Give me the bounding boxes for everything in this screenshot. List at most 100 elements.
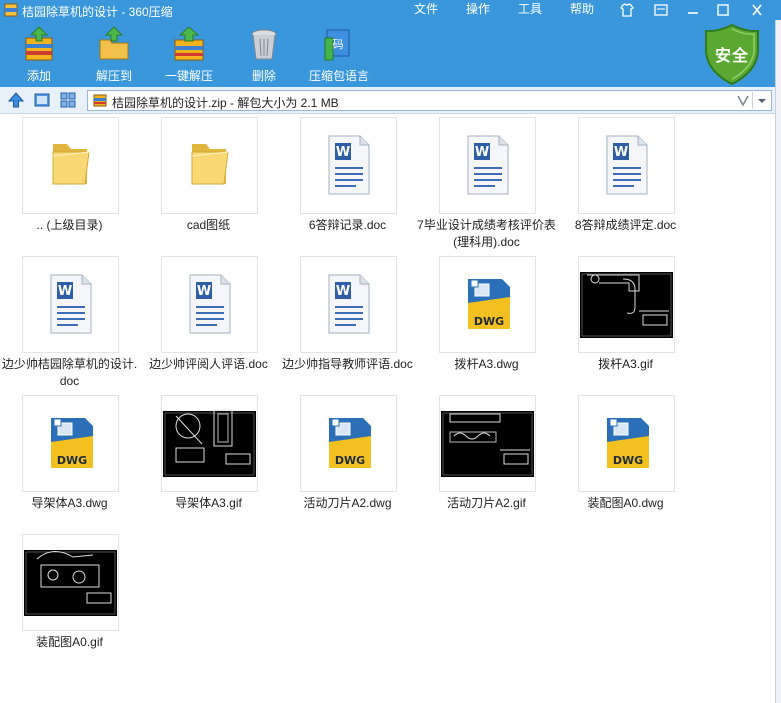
extract-to-button[interactable]: 解压到 — [84, 24, 144, 86]
file-item[interactable]: 装配图A0.gif — [0, 534, 119, 664]
word-doc-icon: W — [328, 135, 370, 195]
svg-text:W: W — [336, 145, 350, 160]
address-field[interactable]: 桔园除草机的设计.zip - 解包大小为 2.1 MB — [87, 90, 772, 111]
dwg-file-icon: DWG — [607, 418, 649, 468]
close-icon[interactable] — [748, 2, 766, 18]
file-thumbnail[interactable] — [439, 395, 536, 492]
file-item[interactable]: W 边少帅指导教师评语.doc — [278, 256, 413, 386]
folder-icon — [52, 144, 90, 185]
file-thumbnail[interactable] — [161, 395, 258, 492]
app-icon — [4, 3, 18, 17]
file-item[interactable]: W 8答辩成绩评定.doc — [556, 117, 676, 247]
file-thumbnail[interactable]: W — [300, 256, 397, 353]
archive-language-icon: 码 — [324, 29, 350, 61]
maximize-icon[interactable] — [714, 2, 732, 18]
file-name[interactable]: 导架体A3.gif — [139, 495, 278, 512]
file-item[interactable]: DWG 导架体A3.dwg — [0, 395, 119, 525]
menu-file[interactable]: 文件 — [414, 0, 438, 17]
file-name[interactable]: 7毕业设计成绩考核评价表(理科用).doc — [417, 217, 556, 251]
file-thumbnail[interactable]: DWG — [22, 395, 119, 492]
file-name[interactable]: 边少帅指导教师评语.doc — [278, 356, 417, 373]
one-click-extract-button[interactable]: 一键解压 — [159, 24, 219, 86]
file-thumbnail[interactable] — [22, 117, 119, 214]
extract-to-label: 解压到 — [95, 69, 132, 83]
file-name[interactable]: 拨杆A3.dwg — [417, 356, 556, 373]
word-doc-icon: W — [328, 274, 370, 334]
message-icon[interactable] — [652, 2, 670, 18]
file-name[interactable]: 边少帅桔园除草机的设计.doc — [0, 356, 139, 390]
file-thumbnail[interactable]: W — [22, 256, 119, 353]
window-right-edge — [775, 20, 781, 703]
file-thumbnail[interactable]: W — [439, 117, 536, 214]
file-name[interactable]: 导架体A3.dwg — [0, 495, 139, 512]
menu-tools[interactable]: 工具 — [518, 0, 542, 17]
title-bar: 桔园除草机的设计 - 360压缩 文件 操作 工具 帮助 — [0, 0, 781, 20]
file-item[interactable]: W 7毕业设计成绩考核评价表(理科用).doc — [417, 117, 556, 249]
file-item[interactable]: DWG 装配图A0.dwg — [556, 395, 675, 525]
minimize-icon[interactable] — [684, 2, 702, 18]
menu-operation[interactable]: 操作 — [466, 0, 490, 17]
svg-text:W: W — [336, 284, 350, 299]
toolbar: 添加 解压到 一键解压 删除 码 压缩包语言 — [0, 20, 775, 87]
folder-icon — [191, 144, 229, 185]
file-item[interactable]: W 6答辩记录.doc — [278, 117, 397, 247]
file-thumbnail[interactable] — [161, 117, 258, 214]
file-item[interactable]: 活动刀片A2.gif — [417, 395, 536, 525]
file-name[interactable]: cad图纸 — [139, 217, 278, 234]
file-item[interactable]: DWG 活动刀片A2.dwg — [278, 395, 397, 525]
file-thumbnail[interactable]: DWG — [439, 256, 536, 353]
view-grid-icon[interactable] — [60, 92, 76, 108]
svg-text:W: W — [475, 145, 489, 160]
file-name[interactable]: 边少帅评阅人评语.doc — [139, 356, 278, 373]
delete-button[interactable]: 删除 — [234, 24, 294, 86]
delete-label: 删除 — [251, 69, 276, 83]
svg-text:DWG: DWG — [57, 454, 87, 467]
dropdown-arrow-icon[interactable] — [752, 92, 771, 109]
file-item[interactable]: W 边少帅桔园除草机的设计.doc — [0, 256, 137, 388]
svg-text:DWG: DWG — [335, 454, 365, 467]
file-name[interactable]: 装配图A0.gif — [0, 634, 139, 651]
security-shield[interactable]: 安全 — [702, 22, 762, 86]
word-doc-icon: W — [50, 274, 92, 334]
address-path: 桔园除草机的设计.zip - 解包大小为 2.1 MB — [112, 96, 339, 110]
dwg-file-icon: DWG — [468, 279, 510, 329]
file-item[interactable]: .. (上级目录) — [0, 117, 119, 247]
file-name[interactable]: 活动刀片A2.gif — [417, 495, 556, 512]
up-arrow-icon[interactable] — [8, 92, 24, 108]
file-name[interactable]: 6答辩记录.doc — [278, 217, 417, 234]
file-thumbnail[interactable]: W — [300, 117, 397, 214]
skin-shirt-icon[interactable] — [618, 2, 636, 18]
file-item[interactable]: W 边少帅评阅人评语.doc — [139, 256, 268, 386]
gif-drawing-thumbnail — [580, 272, 673, 338]
file-item[interactable]: 拨杆A3.gif — [556, 256, 675, 386]
add-label: 添加 — [26, 69, 51, 83]
gif-drawing-thumbnail — [441, 411, 534, 477]
address-bar: 桔园除草机的设计.zip - 解包大小为 2.1 MB — [0, 87, 775, 114]
add-button[interactable]: 添加 — [9, 24, 69, 86]
history-check-icon[interactable] — [735, 92, 751, 109]
file-name[interactable]: 活动刀片A2.dwg — [278, 495, 417, 512]
one-click-extract-icon — [174, 26, 204, 61]
file-item[interactable]: 导架体A3.gif — [139, 395, 258, 525]
svg-text:码: 码 — [333, 38, 344, 51]
file-thumbnail[interactable] — [578, 256, 675, 353]
file-item[interactable]: cad图纸 — [139, 117, 258, 247]
file-thumbnail[interactable]: W — [578, 117, 675, 214]
file-thumbnail[interactable]: W — [161, 256, 258, 353]
file-thumbnail[interactable]: DWG — [578, 395, 675, 492]
menu-help[interactable]: 帮助 — [570, 0, 594, 17]
file-thumbnail[interactable] — [22, 534, 119, 631]
security-badge-label: 安全 — [714, 48, 749, 65]
file-item[interactable]: DWG 拨杆A3.dwg — [417, 256, 536, 386]
view-large-icon[interactable] — [34, 92, 50, 108]
extract-to-icon — [99, 26, 129, 60]
word-doc-icon: W — [189, 274, 231, 334]
file-name[interactable]: 8答辩成绩评定.doc — [556, 217, 695, 234]
archive-language-button[interactable]: 码 压缩包语言 — [309, 24, 369, 86]
svg-text:W: W — [58, 284, 72, 299]
file-name[interactable]: 装配图A0.dwg — [556, 495, 695, 512]
svg-text:W: W — [614, 145, 628, 160]
file-name[interactable]: .. (上级目录) — [0, 217, 139, 234]
file-thumbnail[interactable]: DWG — [300, 395, 397, 492]
file-name[interactable]: 拨杆A3.gif — [556, 356, 695, 373]
